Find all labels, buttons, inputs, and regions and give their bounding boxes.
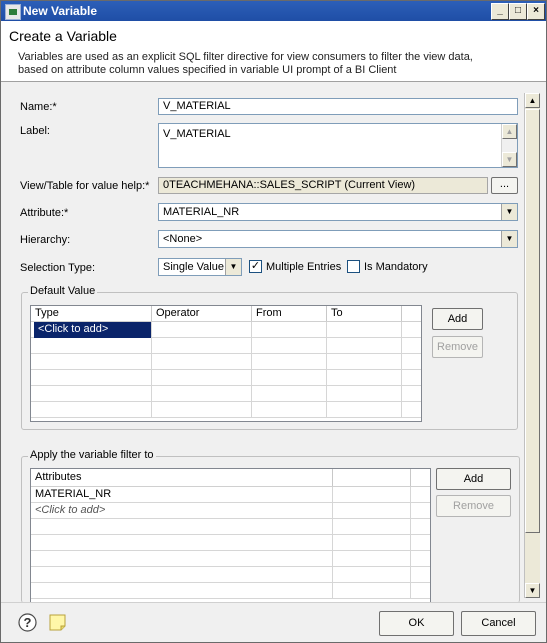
default-value-title: Default Value: [28, 285, 98, 297]
table-row-empty: [31, 370, 421, 386]
attribute-combo-value: MATERIAL_NR: [163, 206, 240, 218]
filter-table[interactable]: Attributes MATERIAL_NR <Click to add>: [30, 468, 431, 602]
scroll-thumb[interactable]: [525, 109, 540, 533]
label-textarea-value: V_MATERIAL: [163, 128, 231, 140]
selection-type-label: Selection Type:: [20, 262, 96, 274]
name-label: Name:*: [20, 101, 57, 113]
table-row-empty: [31, 567, 430, 583]
selection-type-value: Single Value: [163, 261, 224, 273]
default-value-header: Type Operator From To: [31, 306, 421, 322]
column-header-blank: [333, 469, 411, 486]
chevron-down-icon[interactable]: ▼: [225, 259, 241, 275]
help-icon[interactable]: ?: [18, 613, 37, 632]
table-row-empty: [31, 354, 421, 370]
view-field: 0TEACHMEHANA::SALES_SCRIPT (Current View…: [158, 177, 488, 194]
table-row-empty: [31, 583, 430, 599]
scroll-down-icon[interactable]: ▼: [525, 583, 540, 598]
title-bar: New Variable _ □ ×: [1, 1, 546, 21]
table-cell: [333, 487, 411, 503]
table-row-empty: [31, 386, 421, 402]
svg-text:?: ?: [24, 615, 32, 630]
scroll-up-icon[interactable]: ▲: [502, 124, 517, 139]
column-header-from[interactable]: From: [252, 306, 327, 321]
table-cell[interactable]: <Click to add>: [34, 322, 152, 338]
main-scrollbar[interactable]: ▲ ▼: [524, 93, 540, 598]
hierarchy-combo-value: <None>: [163, 233, 203, 245]
is-mandatory-label: Is Mandatory: [364, 261, 428, 273]
label-textarea-scrollbar[interactable]: ▲ ▼: [501, 124, 517, 167]
scroll-up-icon[interactable]: ▲: [525, 93, 540, 108]
name-input[interactable]: V_MATERIAL: [158, 98, 518, 115]
note-icon[interactable]: [48, 613, 67, 632]
column-header-operator[interactable]: Operator: [152, 306, 252, 321]
default-remove-button[interactable]: Remove: [432, 336, 483, 358]
column-header-to[interactable]: To: [327, 306, 402, 321]
filter-table-header: Attributes: [31, 469, 430, 487]
default-value-table[interactable]: Type Operator From To <Click to add>: [30, 305, 422, 422]
filter-group-title: Apply the variable filter to: [28, 449, 156, 461]
table-row-empty: [31, 338, 421, 354]
view-browse-button[interactable]: ...: [491, 177, 518, 194]
table-row-empty: [31, 402, 421, 418]
hierarchy-combo[interactable]: <None> ▼: [158, 230, 518, 248]
scroll-down-icon[interactable]: ▼: [502, 152, 517, 167]
table-cell[interactable]: MATERIAL_NR: [31, 487, 333, 503]
column-header-type[interactable]: Type: [31, 306, 152, 321]
chevron-down-icon[interactable]: ▼: [501, 231, 517, 247]
dialog-window: New Variable _ □ × Create a Variable Var…: [0, 0, 547, 643]
table-cell: [333, 503, 411, 519]
table-row-empty: [31, 535, 430, 551]
view-label: View/Table for value help:*: [20, 180, 150, 192]
column-header-attributes[interactable]: Attributes: [31, 469, 333, 486]
table-row-empty: [31, 519, 430, 535]
multiple-entries-checkbox[interactable]: ✓: [249, 260, 262, 273]
minimize-button[interactable]: _: [491, 3, 509, 20]
footer-separator: [1, 602, 546, 603]
table-row[interactable]: <Click to add>: [31, 503, 430, 519]
label-label: Label:: [20, 125, 50, 137]
ok-button[interactable]: OK: [379, 611, 454, 636]
table-cell[interactable]: [152, 322, 252, 338]
filter-add-button[interactable]: Add: [436, 468, 511, 490]
chevron-down-icon[interactable]: ▼: [501, 204, 517, 220]
is-mandatory-checkbox[interactable]: [347, 260, 360, 273]
maximize-button[interactable]: □: [509, 3, 527, 20]
dialog-description: Variables are used as an explicit SQL fi…: [18, 51, 473, 76]
table-cell[interactable]: [327, 322, 402, 338]
table-cell[interactable]: [252, 322, 327, 338]
app-icon: [5, 4, 21, 20]
cancel-button[interactable]: Cancel: [461, 611, 536, 636]
filter-remove-button[interactable]: Remove: [436, 495, 511, 517]
table-row[interactable]: MATERIAL_NR: [31, 487, 430, 503]
close-button[interactable]: ×: [527, 3, 545, 20]
attribute-combo[interactable]: MATERIAL_NR ▼: [158, 203, 518, 221]
multiple-entries-label: Multiple Entries: [266, 261, 342, 273]
window-title: New Variable: [23, 4, 98, 18]
attribute-label: Attribute:*: [20, 207, 69, 219]
label-textarea[interactable]: V_MATERIAL ▲ ▼: [158, 123, 518, 168]
table-row[interactable]: <Click to add>: [31, 322, 421, 338]
hierarchy-label: Hierarchy:: [20, 234, 71, 246]
default-add-button[interactable]: Add: [432, 308, 483, 330]
table-cell[interactable]: <Click to add>: [31, 503, 333, 519]
dialog-header: Create a Variable Variables are used as …: [1, 21, 546, 82]
selection-type-combo[interactable]: Single Value ▼: [158, 258, 242, 276]
dialog-heading: Create a Variable: [9, 28, 117, 44]
table-row-empty: [31, 551, 430, 567]
